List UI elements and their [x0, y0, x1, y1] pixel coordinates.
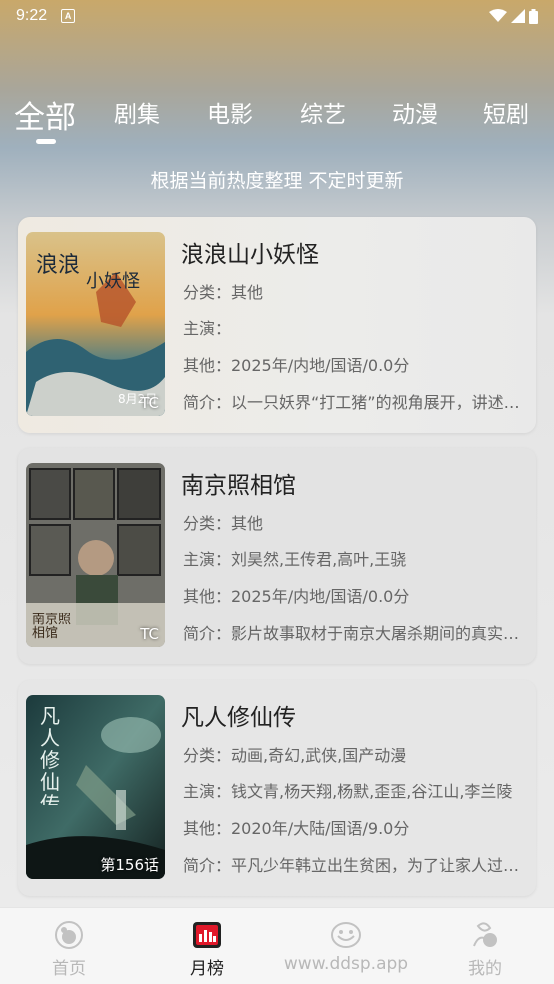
tab-anime[interactable]: 动漫 [392, 95, 438, 129]
bottom-navigation: 首页 月榜 www.ddsp.app 我的 [0, 907, 554, 984]
card-cast: 主演：钱文青,杨天翔,杨默,歪歪,谷江山,李兰陵 [183, 782, 513, 801]
card-title: 南京照相馆 [181, 473, 296, 499]
poster-title-text: 凡人修仙传 [40, 705, 60, 805]
poster-image: 浪浪 小妖怪 8月2日 TC [26, 232, 165, 416]
card-intro: 简介：影片故事取材于南京大屠杀期间的真实历史 [183, 624, 523, 643]
card-other-info: 其他：2025年/内地/国语/0.0分 [183, 587, 410, 606]
ranking-subtitle: 根据当前热度整理 不定时更新 [150, 170, 404, 192]
ranking-card[interactable]: 南京照相馆 TC 南京照相馆 分类：其他 主演：刘昊然,王传君,高叶,王骁 其他… [18, 448, 536, 664]
svg-text:浪浪: 浪浪 [36, 253, 80, 278]
wifi-icon [489, 9, 507, 22]
poster-image: 南京照相馆 TC [26, 463, 165, 647]
notification-a-icon: A [61, 9, 76, 23]
nav-profile[interactable]: 我的 [416, 908, 554, 984]
status-time: 9:22 [16, 7, 48, 24]
card-cast: 主演：刘昊然,王传君,高叶,王骁 [183, 550, 407, 569]
status-icons [489, 8, 538, 24]
ranking-card[interactable]: 凡人修仙传 第156话 凡人修仙传 分类：动画,奇幻,武侠,国产动漫 主演：钱文… [18, 680, 536, 896]
nav-monthly-chart-label: 月榜 [190, 959, 224, 979]
tab-short-drama[interactable]: 短剧 [483, 95, 529, 129]
svg-text:小妖怪: 小妖怪 [86, 271, 140, 292]
quality-badge: TC [140, 625, 159, 643]
ranking-card[interactable]: 浪浪 小妖怪 8月2日 TC 浪浪山小妖怪 分类：其他 主演： 其他：2025年… [18, 217, 536, 433]
nav-website[interactable]: www.ddsp.app [276, 908, 416, 984]
battery-icon [529, 8, 538, 24]
card-intro: 简介：平凡少年韩立出生贫困，为了让家人过上更好的生活 [183, 856, 523, 875]
card-title: 浪浪山小妖怪 [181, 242, 319, 268]
tab-variety[interactable]: 综艺 [300, 95, 346, 129]
card-cast: 主演： [183, 319, 232, 338]
signal-icon [511, 9, 525, 23]
category-tabs: 全部 剧集 电影 综艺 动漫 短剧 [0, 95, 554, 145]
card-category: 分类：动画,奇幻,武侠,国产动漫 [183, 746, 407, 765]
tab-series[interactable]: 剧集 [114, 95, 160, 129]
nav-website-label: www.ddsp.app [283, 954, 409, 974]
quality-badge: TC [140, 394, 159, 412]
nav-home[interactable]: 首页 [0, 908, 138, 984]
profile-icon [473, 922, 497, 947]
home-icon [55, 921, 83, 949]
tab-all[interactable]: 全部 [14, 92, 76, 137]
poster-image: 凡人修仙传 第156话 [26, 695, 165, 879]
active-tab-indicator [36, 139, 56, 144]
tab-movies[interactable]: 电影 [207, 95, 253, 129]
card-category: 分类：其他 [183, 514, 264, 533]
face-icon [331, 922, 361, 948]
card-other-info: 其他：2025年/内地/国语/0.0分 [183, 356, 410, 375]
card-intro: 简介：以一只妖界“打工猪”的视角展开，讲述了几个小妖怪的故事 [183, 393, 523, 412]
poster-title-text: 南京照相馆 [32, 613, 72, 641]
nav-monthly-chart[interactable]: 月榜 [138, 908, 276, 984]
card-category: 分类：其他 [183, 283, 264, 302]
status-bar: 9:22 A [0, 0, 554, 32]
card-other-info: 其他：2020年/大陆/国语/9.0分 [183, 819, 410, 838]
chart-icon [193, 922, 221, 948]
nav-profile-label: 我的 [468, 959, 502, 979]
episode-badge: 第156话 [100, 856, 159, 874]
nav-home-label: 首页 [52, 959, 86, 979]
card-title: 凡人修仙传 [181, 705, 296, 731]
